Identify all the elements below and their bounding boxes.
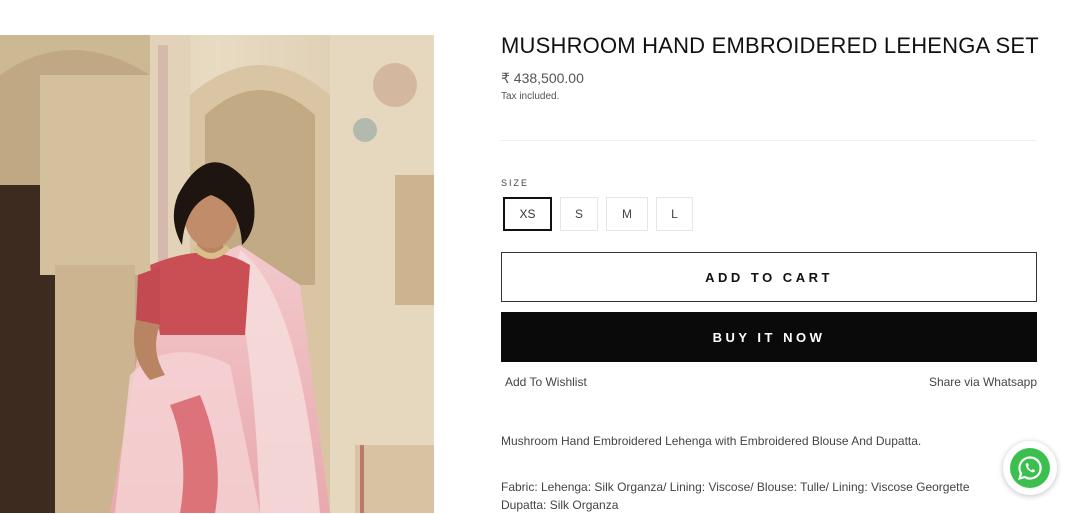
size-option-m[interactable]: M xyxy=(606,197,648,231)
size-option-xs[interactable]: XS xyxy=(503,197,552,231)
add-to-cart-button[interactable]: ADD TO CART xyxy=(501,252,1037,302)
size-option-s[interactable]: S xyxy=(560,197,598,231)
whatsapp-icon xyxy=(1010,448,1050,488)
product-price: ₹ 438,500.00 xyxy=(501,70,584,86)
size-label: SIZE xyxy=(501,178,530,188)
size-selector: XS S M L xyxy=(503,197,693,231)
fabric-line-1: Fabric: Lehenga: Silk Organza/ Lining: V… xyxy=(501,480,970,494)
divider xyxy=(501,140,1037,141)
add-to-wishlist-link[interactable]: Add To Wishlist xyxy=(505,375,587,389)
whatsapp-chat-button[interactable] xyxy=(1003,441,1057,495)
buy-now-button[interactable]: BUY IT NOW xyxy=(501,312,1037,362)
tax-note: Tax included. xyxy=(501,91,560,102)
size-option-l[interactable]: L xyxy=(656,197,693,231)
fabric-line-2: Dupatta: Silk Organza xyxy=(501,498,619,512)
product-image[interactable] xyxy=(0,35,434,513)
share-whatsapp-link[interactable]: Share via Whatsapp xyxy=(929,375,1037,389)
product-title: MUSHROOM HAND EMBROIDERED LEHENGA SET xyxy=(501,33,1039,58)
fabric-details: Fabric: Lehenga: Silk Organza/ Lining: V… xyxy=(501,478,1021,514)
product-description: Mushroom Hand Embroidered Lehenga with E… xyxy=(501,434,922,448)
